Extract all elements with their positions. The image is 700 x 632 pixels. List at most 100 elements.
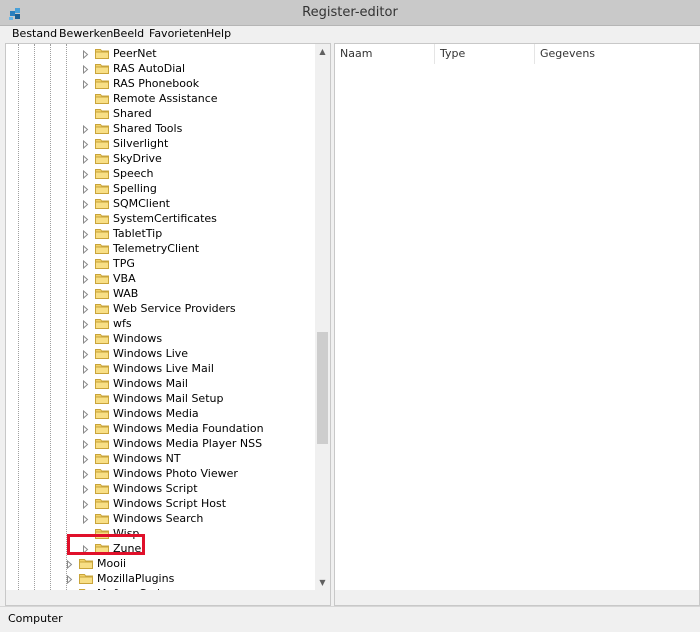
expand-arrow-icon[interactable] <box>82 409 89 420</box>
expand-arrow-icon[interactable] <box>82 124 89 135</box>
tree-node[interactable]: Speech <box>6 166 315 181</box>
tree-node[interactable]: MozillaPlugins <box>6 571 315 586</box>
tree-node[interactable]: VBA <box>6 271 315 286</box>
tree-node[interactable]: Shared <box>6 106 315 121</box>
column-header-naam[interactable]: Naam <box>335 44 435 64</box>
tree-node[interactable]: Windows Photo Viewer <box>6 466 315 481</box>
folder-icon <box>95 168 109 179</box>
expand-arrow-icon[interactable] <box>66 559 73 570</box>
expand-arrow-icon[interactable] <box>82 49 89 60</box>
tree-node-label: WAB <box>113 287 139 300</box>
tree-node[interactable]: Wisp <box>6 526 315 541</box>
tree-node[interactable]: wfs <box>6 316 315 331</box>
expand-arrow-icon[interactable] <box>82 514 89 525</box>
tree-node[interactable]: Web Service Providers <box>6 301 315 316</box>
tree-node[interactable]: TabletTip <box>6 226 315 241</box>
tree-node[interactable]: Zune <box>6 541 315 556</box>
expand-arrow-icon[interactable] <box>82 424 89 435</box>
expand-arrow-icon[interactable] <box>82 274 89 285</box>
menu-bar: Bestand Bewerken Beeld Favorieten Help <box>0 26 700 43</box>
expand-arrow-icon[interactable] <box>82 169 89 180</box>
folder-icon <box>79 573 93 584</box>
expand-arrow-icon[interactable] <box>82 139 89 150</box>
window-title: Register-editor <box>302 5 398 20</box>
menu-bestand[interactable]: Bestand <box>12 27 57 40</box>
tree-node[interactable]: RAS AutoDial <box>6 61 315 76</box>
expand-arrow-icon[interactable] <box>82 184 89 195</box>
tree-node[interactable]: Windows <box>6 331 315 346</box>
menu-bewerken[interactable]: Bewerken <box>59 27 113 40</box>
expand-arrow-icon[interactable] <box>82 484 89 495</box>
tree-node[interactable]: Windows Mail Setup <box>6 391 315 406</box>
tree-node[interactable]: Shared Tools <box>6 121 315 136</box>
expand-arrow-icon[interactable] <box>82 319 89 330</box>
status-bar: Computer <box>0 606 700 632</box>
expand-arrow-icon[interactable] <box>82 349 89 360</box>
tree-node[interactable]: TelemetryClient <box>6 241 315 256</box>
tree-node[interactable]: WAB <box>6 286 315 301</box>
tree-node[interactable]: Windows Live <box>6 346 315 361</box>
tree-node[interactable]: PeerNet <box>6 46 315 61</box>
tree-node[interactable]: TPG <box>6 256 315 271</box>
key-tree-pane[interactable]: PeerNet RAS AutoDial RAS Phonebook Remote A… <box>5 43 331 606</box>
expand-arrow-icon[interactable] <box>82 334 89 345</box>
scroll-thumb[interactable] <box>317 332 328 444</box>
tree-node-label: Spelling <box>113 182 157 195</box>
list-horizontal-scrollbar[interactable] <box>335 590 699 605</box>
highlight-annotation <box>67 534 145 555</box>
expand-arrow-icon[interactable] <box>82 259 89 270</box>
expand-arrow-icon[interactable] <box>82 199 89 210</box>
expand-arrow-icon[interactable] <box>66 574 73 585</box>
column-header-type[interactable]: Type <box>435 44 535 64</box>
expand-arrow-icon[interactable] <box>82 214 89 225</box>
tree-node[interactable]: SkyDrive <box>6 151 315 166</box>
scroll-down-icon[interactable]: ▼ <box>315 575 330 590</box>
folder-icon <box>95 423 109 434</box>
folder-icon <box>95 438 109 449</box>
tree-node[interactable]: SQMClient <box>6 196 315 211</box>
tree-node[interactable]: Silverlight <box>6 136 315 151</box>
folder-icon <box>95 378 109 389</box>
tree-node[interactable]: Windows Media Player NSS <box>6 436 315 451</box>
expand-arrow-icon[interactable] <box>82 289 89 300</box>
tree-node-label: Windows Photo Viewer <box>113 467 238 480</box>
menu-favorieten[interactable]: Favorieten <box>149 27 207 40</box>
tree-node[interactable]: Mooii <box>6 556 315 571</box>
tree-node[interactable]: Windows Live Mail <box>6 361 315 376</box>
folder-icon <box>95 153 109 164</box>
tree-node[interactable]: Windows Media Foundation <box>6 421 315 436</box>
tree-node[interactable]: SystemCertificates <box>6 211 315 226</box>
expand-arrow-icon[interactable] <box>82 499 89 510</box>
menu-help[interactable]: Help <box>206 27 231 40</box>
expand-arrow-icon[interactable] <box>82 229 89 240</box>
expand-arrow-icon[interactable] <box>82 304 89 315</box>
expand-arrow-icon[interactable] <box>82 379 89 390</box>
tree-node[interactable]: Windows Script <box>6 481 315 496</box>
status-path: Computer <box>8 612 63 625</box>
tree-node[interactable]: RAS Phonebook <box>6 76 315 91</box>
tree-node[interactable]: Remote Assistance <box>6 91 315 106</box>
scroll-up-icon[interactable]: ▲ <box>315 44 330 59</box>
expand-arrow-icon[interactable] <box>82 469 89 480</box>
expand-arrow-icon[interactable] <box>82 64 89 75</box>
folder-icon <box>95 78 109 89</box>
expand-arrow-icon[interactable] <box>82 364 89 375</box>
expand-arrow-icon[interactable] <box>82 154 89 165</box>
tree-horizontal-scrollbar[interactable] <box>6 590 330 605</box>
menu-beeld[interactable]: Beeld <box>113 27 144 40</box>
expand-arrow-icon[interactable] <box>82 439 89 450</box>
tree-node[interactable]: Windows Mail <box>6 376 315 391</box>
values-list-pane[interactable]: Naam Type Gegevens <box>334 43 700 606</box>
tree-node[interactable]: Windows Script Host <box>6 496 315 511</box>
folder-icon <box>95 63 109 74</box>
expand-arrow-icon[interactable] <box>82 79 89 90</box>
tree-node[interactable]: Windows Media <box>6 406 315 421</box>
tree-node[interactable]: Windows NT <box>6 451 315 466</box>
tree-node[interactable]: Windows Search <box>6 511 315 526</box>
tree-vertical-scrollbar[interactable]: ▲ ▼ <box>315 44 330 590</box>
expand-arrow-icon[interactable] <box>82 244 89 255</box>
column-header-gegevens[interactable]: Gegevens <box>535 44 699 64</box>
expand-arrow-icon[interactable] <box>82 454 89 465</box>
folder-icon <box>95 108 109 119</box>
tree-node[interactable]: Spelling <box>6 181 315 196</box>
